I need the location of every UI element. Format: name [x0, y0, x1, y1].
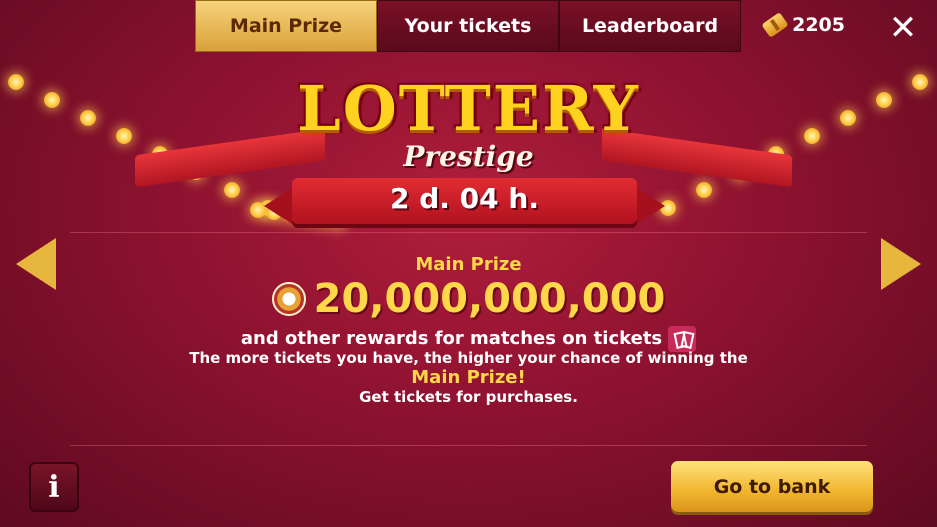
main-prize-highlight: Main Prize! — [411, 367, 526, 388]
chip-icon — [271, 282, 306, 316]
close-icon[interactable]: ✕ — [883, 8, 923, 48]
ticket-balance: 2205 — [761, 12, 845, 38]
prize-amount: 20,000,000,000 — [313, 276, 666, 322]
tab-main-prize[interactable]: Main Prize — [195, 0, 377, 52]
tab-bar: Main Prize Your tickets Leaderboard — [195, 0, 741, 52]
ticket-balance-value: 2205 — [792, 14, 845, 36]
tab-your-tickets[interactable]: Your tickets — [377, 0, 559, 52]
prize-amount-row: 20,000,000,000 — [0, 276, 937, 322]
countdown-timer: 2 d. 04 h. — [390, 182, 539, 215]
rewards-text-label: and other rewards for matches on tickets — [240, 328, 663, 349]
prize-label: Main Prize — [415, 254, 522, 275]
ticket-icon — [761, 12, 789, 38]
lottery-subtitle: Prestige — [403, 140, 534, 173]
get-tickets-text: Get tickets for purchases. — [359, 388, 578, 406]
info-button[interactable]: i — [29, 462, 79, 512]
lottery-title: LOTTERY — [297, 72, 640, 145]
go-to-bank-button[interactable]: Go to bank — [671, 461, 873, 512]
timer-ribbon: 2 d. 04 h. — [264, 178, 665, 224]
lottery-banner: LOTTERY Prestige 2 d. 04 h. — [0, 60, 937, 240]
tab-leaderboard[interactable]: Leaderboard — [559, 0, 741, 52]
chance-text: The more tickets you have, the higher yo… — [189, 349, 748, 367]
